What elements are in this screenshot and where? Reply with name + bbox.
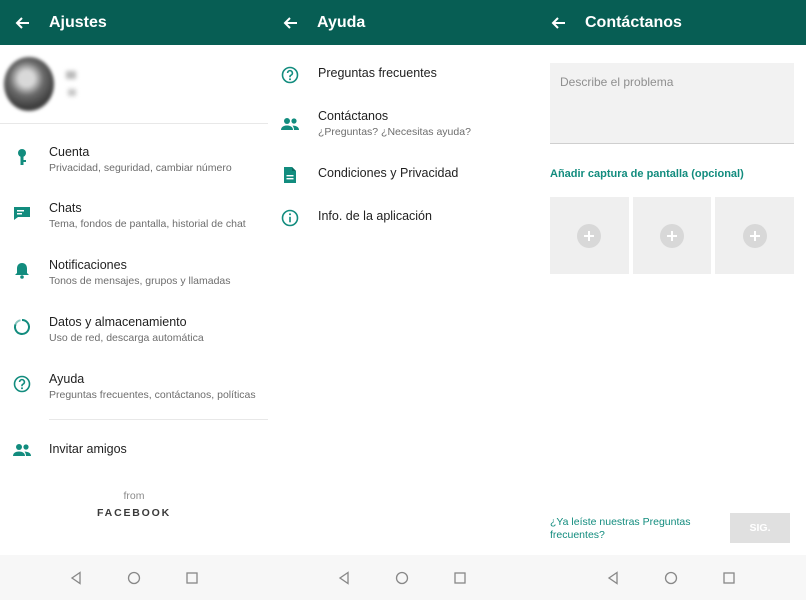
nav-recents-icon[interactable]: [448, 566, 472, 590]
page-title: Ayuda: [317, 13, 366, 31]
divider: [49, 419, 268, 420]
key-icon: [10, 145, 34, 169]
settings-item-label: Datos y almacenamiento: [49, 315, 187, 329]
system-nav-bar: [536, 555, 806, 600]
invite-friends-item[interactable]: Invitar amigos: [0, 438, 268, 468]
invite-friends-label: Invitar amigos: [49, 442, 127, 456]
footer-from: from: [123, 490, 145, 502]
people-icon: [10, 438, 34, 462]
back-arrow-icon[interactable]: [0, 0, 44, 45]
info-icon: [278, 206, 302, 230]
page-title: Contáctanos: [585, 13, 682, 31]
profile-row[interactable]: [0, 45, 268, 123]
profile-status-blurred: [68, 89, 76, 96]
add-icon: [660, 223, 684, 248]
add-icon: [577, 223, 602, 248]
bell-icon: [10, 258, 34, 282]
settings-item-sublabel: Tema, fondos de pantalla, historial de c…: [49, 218, 246, 230]
settings-item-help[interactable]: Ayuda Preguntas frecuentes, contáctanos,…: [0, 372, 268, 426]
facebook-wordmark: FACEBOOK: [97, 507, 171, 519]
faq-link[interactable]: ¿Ya leíste nuestras Preguntas frecuentes…: [550, 516, 710, 542]
contact-screen: Contáctanos Añadir captura de pantalla (…: [536, 0, 806, 600]
contact-app-bar: Contáctanos: [536, 0, 806, 45]
settings-item-data-storage[interactable]: Datos y almacenamiento Uso de red, desca…: [0, 315, 268, 369]
avatar[interactable]: [4, 57, 54, 111]
back-arrow-icon[interactable]: [268, 0, 312, 45]
settings-item-label: Ayuda: [49, 372, 85, 386]
settings-item-sublabel: Uso de red, descarga automática: [49, 332, 204, 344]
help-item-contact[interactable]: Contáctanos ¿Preguntas? ¿Necesitas ayuda…: [268, 109, 536, 151]
system-nav-bar: [268, 555, 536, 600]
data-usage-icon: [10, 315, 34, 339]
nav-back-icon[interactable]: [64, 566, 88, 590]
nav-home-icon[interactable]: [659, 566, 683, 590]
next-button[interactable]: SIG.: [730, 513, 790, 543]
people-icon: [278, 112, 302, 136]
settings-item-account[interactable]: Cuenta Privacidad, seguridad, cambiar nú…: [0, 145, 268, 199]
settings-item-label: Chats: [49, 201, 82, 215]
help-icon: [10, 372, 34, 396]
help-item-label: Info. de la aplicación: [318, 209, 432, 223]
profile-name-blurred: [66, 71, 76, 79]
help-item-sublabel: ¿Preguntas? ¿Necesitas ayuda?: [318, 126, 471, 138]
help-app-bar: Ayuda: [268, 0, 536, 45]
screenshot-slot[interactable]: [632, 197, 712, 274]
nav-back-icon[interactable]: [601, 566, 625, 590]
help-item-label: Preguntas frecuentes: [318, 66, 437, 80]
document-icon: [278, 163, 302, 187]
settings-item-label: Cuenta: [49, 145, 90, 159]
help-item-terms-privacy[interactable]: Condiciones y Privacidad: [268, 163, 536, 203]
help-item-faq[interactable]: Preguntas frecuentes: [268, 63, 536, 103]
settings-item-sublabel: Preguntas frecuentes, contáctanos, polít…: [49, 389, 256, 401]
settings-screen: Ajustes Cuenta Privacidad, seguridad, ca…: [0, 0, 268, 600]
settings-app-bar: Ajustes: [0, 0, 268, 45]
screenshot-slot[interactable]: [550, 197, 629, 274]
settings-item-notifications[interactable]: Notificaciones Tonos de mensajes, grupos…: [0, 258, 268, 312]
help-item-label: Condiciones y Privacidad: [318, 166, 459, 180]
nav-recents-icon[interactable]: [717, 566, 741, 590]
help-item-app-info[interactable]: Info. de la aplicación: [268, 206, 536, 246]
nav-home-icon[interactable]: [390, 566, 414, 590]
problem-description-field[interactable]: [550, 63, 794, 144]
chat-icon: [10, 201, 34, 225]
settings-item-sublabel: Tonos de mensajes, grupos y llamadas: [49, 275, 231, 287]
divider: [0, 123, 268, 124]
nav-back-icon[interactable]: [332, 566, 356, 590]
nav-recents-icon[interactable]: [180, 566, 204, 590]
settings-item-chats[interactable]: Chats Tema, fondos de pantalla, historia…: [0, 201, 268, 255]
page-title: Ajustes: [49, 13, 107, 31]
help-screen: Ayuda Preguntas frecuentes Contáctanos ¿…: [268, 0, 536, 600]
help-icon: [278, 63, 302, 87]
screenshot-slot[interactable]: [715, 197, 795, 274]
settings-item-label: Notificaciones: [49, 258, 127, 272]
add-icon: [742, 223, 767, 248]
problem-description-input[interactable]: [550, 63, 794, 143]
screenshot-slots: [550, 197, 795, 274]
back-arrow-icon[interactable]: [536, 0, 580, 45]
system-nav-bar: [0, 555, 268, 600]
help-item-label: Contáctanos: [318, 109, 389, 123]
nav-home-icon[interactable]: [122, 566, 146, 590]
settings-item-sublabel: Privacidad, seguridad, cambiar número: [49, 162, 232, 174]
add-screenshot-label: Añadir captura de pantalla (opcional): [550, 168, 744, 180]
